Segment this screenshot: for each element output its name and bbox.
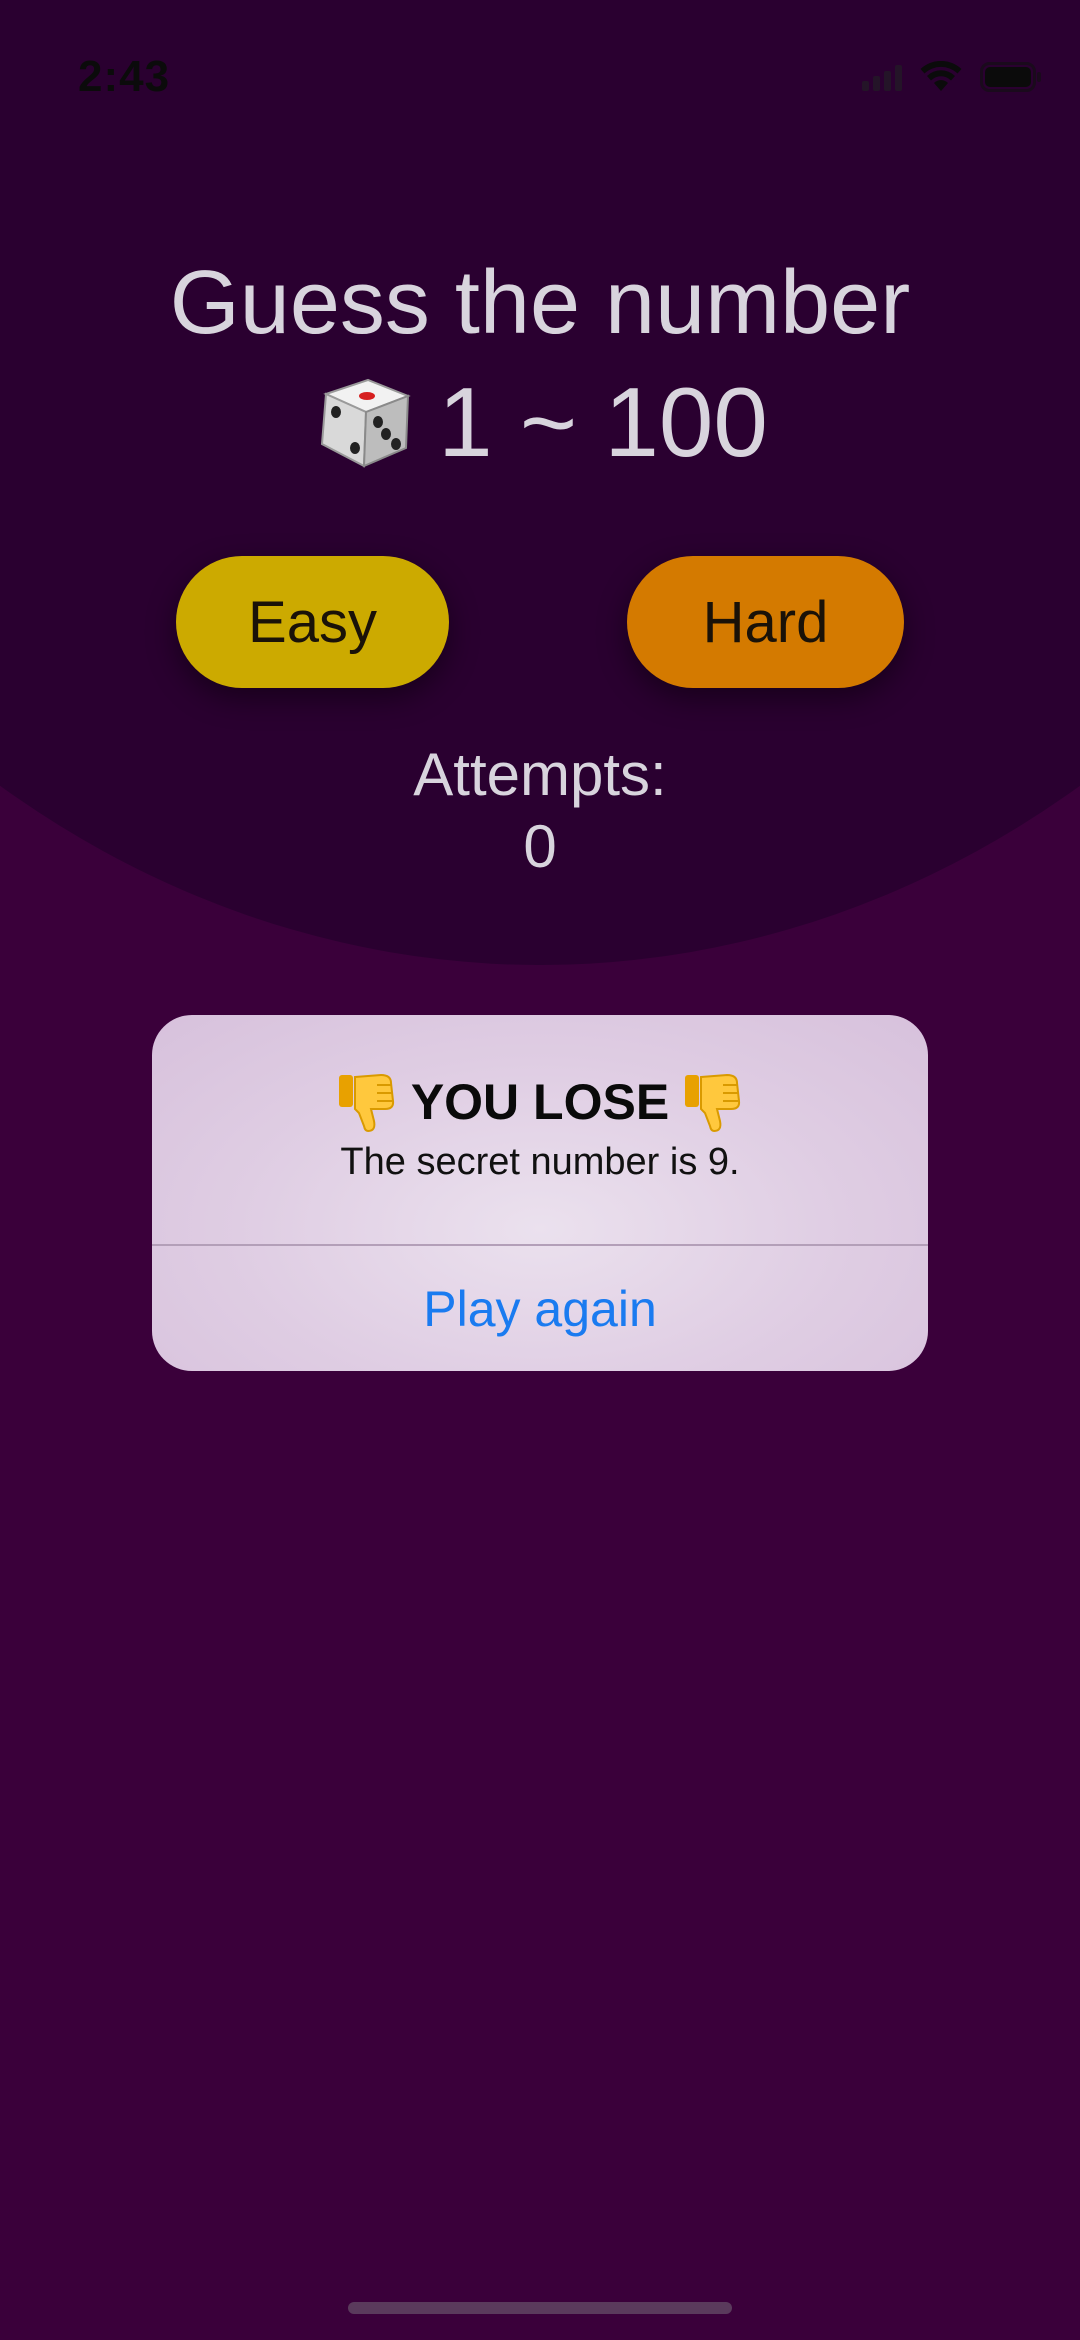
- play-again-button[interactable]: Play again: [152, 1246, 928, 1371]
- cell-signal-icon: [862, 63, 902, 91]
- status-bar: 2:43: [0, 0, 1080, 150]
- attempts-label: Attempts:: [413, 741, 667, 808]
- home-indicator[interactable]: [348, 2302, 732, 2314]
- range-line: 1 ~ 100: [0, 372, 1080, 472]
- status-time: 2:43: [78, 52, 171, 101]
- hard-button[interactable]: Hard: [627, 556, 904, 688]
- alert-message: The secret number is 9.: [340, 1141, 740, 1183]
- easy-button[interactable]: Easy: [176, 556, 449, 688]
- alert-title: YOU LOSE: [152, 1071, 928, 1133]
- attempts-count: 0: [523, 813, 557, 880]
- alert-title-text: YOU LOSE: [410, 1074, 670, 1130]
- game-screen: 2:43 Guess the number 1 ~ 100 Easy Hard …: [0, 0, 1080, 2340]
- dice-icon: [312, 372, 416, 472]
- thumbs-down-icon: [683, 1071, 743, 1133]
- result-alert: YOU LOSE The secret number is 9. Play ag…: [152, 1015, 928, 1371]
- thumbs-down-icon: [337, 1071, 397, 1133]
- battery-icon: [980, 62, 1042, 92]
- wifi-icon: [920, 61, 962, 93]
- range-text: 1 ~ 100: [438, 367, 768, 477]
- game-title: Guess the number: [169, 253, 911, 353]
- status-icons: [862, 60, 1042, 94]
